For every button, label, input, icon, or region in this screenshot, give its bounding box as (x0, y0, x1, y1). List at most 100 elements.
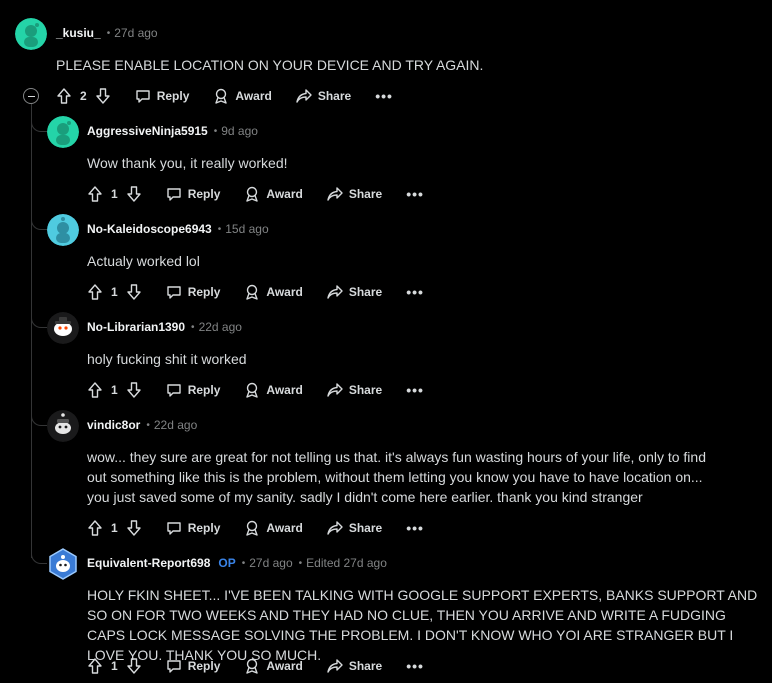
share-button[interactable]: Share (327, 658, 382, 674)
avatar[interactable] (47, 116, 79, 148)
thread-line (31, 104, 32, 558)
author-name[interactable]: Equivalent-Report698 (87, 556, 210, 570)
comment-actions: 1 Reply Award Share ••• (87, 650, 424, 682)
downvote-icon[interactable] (95, 87, 111, 105)
award-button[interactable]: Award (213, 88, 272, 104)
reply-button[interactable]: Reply (166, 520, 221, 536)
share-label: Share (348, 285, 383, 299)
timestamp[interactable]: 9d ago (221, 124, 258, 138)
more-options-icon[interactable]: ••• (406, 382, 424, 398)
reply-button[interactable]: Reply (166, 382, 220, 398)
avatar[interactable] (47, 548, 79, 580)
author-name[interactable]: No-Kaleidoscope6943 (87, 222, 212, 236)
share-icon (327, 521, 343, 535)
reply-icon (166, 522, 181, 535)
upvote-icon[interactable] (87, 657, 103, 675)
thread-elbow (31, 308, 47, 328)
avatar[interactable] (15, 18, 47, 50)
upvote-icon[interactable] (56, 87, 72, 105)
comment-meta: _kusiu_ • 27d ago (56, 26, 158, 40)
downvote-icon[interactable] (126, 381, 142, 399)
more-options-icon[interactable]: ••• (406, 520, 424, 536)
vote-count: 1 (111, 187, 118, 201)
upvote-icon[interactable] (87, 185, 103, 203)
vote-controls: 1 (87, 185, 142, 203)
award-button[interactable]: Award (244, 284, 303, 300)
award-button[interactable]: Award (244, 186, 303, 202)
share-icon (327, 659, 343, 673)
author-name[interactable]: vindic8or (87, 418, 140, 432)
separator-dot: • (217, 223, 222, 235)
share-label: Share (348, 521, 383, 535)
share-button[interactable]: Share (327, 382, 382, 398)
more-options-icon[interactable]: ••• (406, 186, 424, 202)
more-options-icon[interactable]: ••• (406, 284, 424, 300)
reply-icon (166, 286, 181, 299)
vote-controls: 1 (87, 283, 142, 301)
author-name[interactable]: AggressiveNinja5915 (87, 124, 208, 138)
vote-controls: 2 (56, 87, 111, 105)
collapse-thread-button[interactable] (23, 88, 39, 104)
timestamp[interactable]: 22d ago (199, 320, 242, 334)
timestamp[interactable]: 22d ago (154, 418, 197, 432)
share-icon (327, 187, 343, 201)
share-icon (296, 89, 312, 103)
downvote-icon[interactable] (126, 283, 142, 301)
upvote-icon[interactable] (87, 283, 103, 301)
reply-button[interactable]: Reply (166, 186, 221, 202)
reply-icon (135, 90, 150, 103)
upvote-icon[interactable] (87, 519, 103, 537)
award-icon (246, 658, 259, 674)
vote-count: 2 (80, 89, 87, 103)
separator-dot: • (191, 321, 195, 333)
share-button[interactable]: Share (327, 186, 382, 202)
vote-count: 1 (111, 285, 118, 299)
more-options-icon[interactable]: ••• (375, 88, 393, 104)
author-name[interactable]: No-Librarian1390 (87, 320, 185, 334)
op-badge: OP (218, 556, 236, 570)
reply-label: Reply (187, 285, 221, 299)
vote-controls: 1 (87, 657, 142, 675)
award-button[interactable]: Award (244, 382, 303, 398)
reply-button[interactable]: Reply (135, 88, 189, 104)
reply-button[interactable]: Reply (166, 658, 220, 674)
thread-elbow (31, 210, 47, 230)
edited-label: Edited 27d ago (306, 556, 387, 570)
more-options-icon[interactable]: ••• (406, 658, 424, 674)
timestamp[interactable]: 27d ago (114, 26, 157, 40)
reply-label: Reply (187, 187, 221, 201)
share-label: Share (348, 383, 383, 397)
award-label: Award (266, 187, 303, 201)
timestamp[interactable]: 15d ago (225, 222, 268, 236)
vote-count: 1 (111, 659, 118, 673)
vote-controls: 1 (87, 519, 142, 537)
timestamp[interactable]: 27d ago (249, 556, 292, 570)
share-icon (327, 285, 343, 299)
share-button[interactable]: Share (296, 88, 351, 104)
avatar[interactable] (47, 214, 79, 246)
downvote-icon[interactable] (126, 519, 142, 537)
reply-button[interactable]: Reply (166, 284, 221, 300)
separator-dot: • (146, 419, 150, 431)
separator-dot: • (298, 557, 303, 569)
award-icon (246, 382, 259, 398)
award-button[interactable]: Award (244, 658, 303, 674)
downvote-icon[interactable] (126, 657, 142, 675)
vote-controls: 1 (87, 381, 142, 399)
comment-meta: AggressiveNinja5915 • 9d ago (87, 124, 258, 138)
share-button[interactable]: Share (327, 520, 382, 536)
comment-actions: 1 Reply Award Share ••• (87, 276, 424, 308)
share-button[interactable]: Share (327, 284, 382, 300)
thread-elbow (31, 112, 47, 132)
award-label: Award (266, 383, 303, 397)
reply-label: Reply (187, 521, 221, 535)
author-name[interactable]: _kusiu_ (56, 26, 101, 40)
downvote-icon[interactable] (126, 185, 142, 203)
upvote-icon[interactable] (87, 381, 103, 399)
avatar[interactable] (47, 410, 79, 442)
comment-body: holy fucking shit it worked (87, 351, 247, 367)
award-label: Award (266, 521, 303, 535)
avatar[interactable] (47, 312, 79, 344)
award-label: Award (266, 659, 303, 673)
award-button[interactable]: Award (244, 520, 303, 536)
